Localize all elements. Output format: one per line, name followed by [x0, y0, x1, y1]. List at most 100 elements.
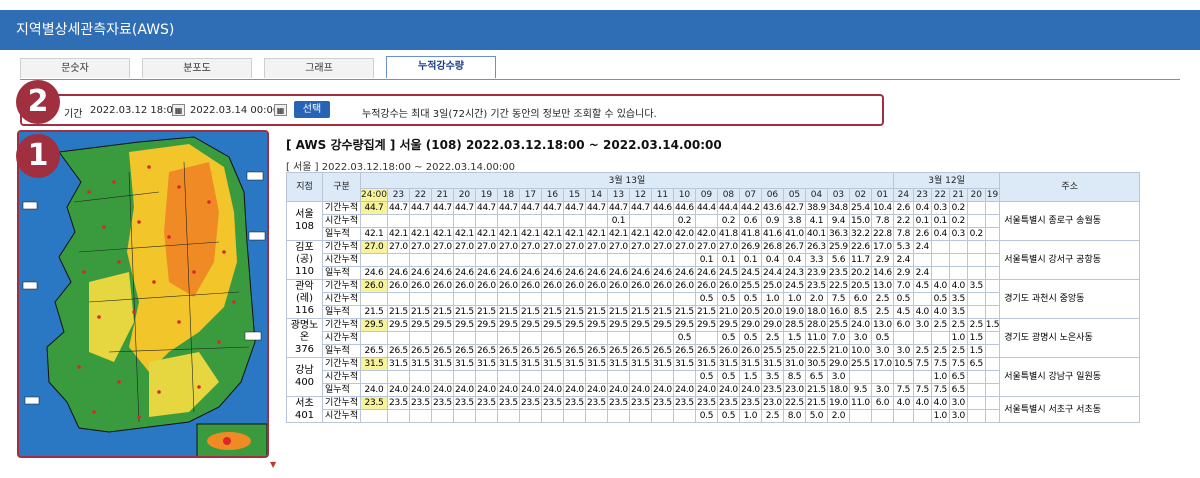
value-cell: 3.0 — [826, 370, 850, 384]
value-cell: 23.0 — [782, 383, 806, 397]
value-cell: 42.1 — [408, 227, 432, 241]
value-cell: 0.2 — [948, 214, 968, 228]
value-cell — [628, 214, 652, 228]
value-cell: 29.5 — [408, 318, 432, 332]
value-cell: 11.0 — [804, 331, 828, 345]
station-address: 서울특별시 서초구 서초동 — [999, 396, 1141, 423]
precipitation-map[interactable] — [17, 130, 269, 458]
value-cell: 24.6 — [672, 266, 696, 280]
row-kind: 시간누적 — [322, 214, 361, 228]
value-cell: 16.0 — [826, 305, 850, 319]
value-cell: 8.5 — [848, 305, 872, 319]
value-cell: 42.1 — [562, 227, 586, 241]
value-cell: 13.0 — [870, 318, 894, 332]
value-cell: 24.0 — [694, 383, 718, 397]
value-cell — [606, 253, 630, 267]
value-cell: 26.0 — [518, 279, 542, 293]
select-button[interactable]: 선택 — [294, 101, 330, 118]
value-cell: 3.0 — [848, 331, 872, 345]
value-cell: 6.5 — [966, 357, 986, 371]
value-cell: 27.0 — [360, 240, 388, 254]
tab-distribution[interactable]: 분포도 — [142, 58, 252, 78]
end-date-field[interactable]: 2022.03.14 00:00 — [190, 105, 279, 116]
map-resize-icon[interactable]: ▼ — [270, 460, 276, 469]
value-cell — [386, 409, 410, 423]
value-cell: 42.1 — [518, 227, 542, 241]
value-cell: 21.5 — [584, 305, 608, 319]
value-cell — [540, 292, 564, 306]
value-cell: 42.1 — [628, 227, 652, 241]
value-cell — [672, 253, 696, 267]
annotation-badge-2: 2 — [16, 80, 60, 124]
value-cell: 19.0 — [826, 396, 850, 410]
value-cell: 4.0 — [930, 396, 950, 410]
value-cell — [360, 292, 388, 306]
value-cell: 29.0 — [826, 357, 850, 371]
value-cell — [984, 357, 1001, 371]
value-cell — [984, 331, 1001, 345]
value-cell: 29.5 — [360, 318, 388, 332]
value-cell: 3.0 — [948, 409, 968, 423]
station-address: 서울특별시 강서구 공항동 — [999, 240, 1141, 280]
value-cell — [628, 292, 652, 306]
korea-map-graphic — [19, 132, 267, 456]
value-cell: 31.5 — [606, 357, 630, 371]
value-cell: 0.1 — [912, 214, 932, 228]
value-cell: 0.5 — [738, 331, 762, 345]
value-cell: 7.5 — [948, 357, 968, 371]
value-cell: 26.0 — [562, 279, 586, 293]
value-cell — [584, 292, 608, 306]
value-cell: 24.0 — [738, 383, 762, 397]
value-cell: 0.4 — [760, 253, 784, 267]
value-cell: 26.5 — [518, 344, 542, 358]
value-cell: 2.5 — [760, 409, 784, 423]
hour-header: 18 — [496, 188, 520, 202]
tab-numeric[interactable]: 문숫자 — [20, 58, 130, 78]
hour-header: 12 — [628, 188, 652, 202]
tab-graph[interactable]: 그래프 — [264, 58, 374, 78]
value-cell — [912, 331, 932, 345]
row-kind: 시간누적 — [322, 253, 361, 267]
value-cell: 44.7 — [606, 201, 630, 215]
value-cell: 24.3 — [782, 266, 806, 280]
value-cell: 7.5 — [930, 383, 950, 397]
hour-header: 13 — [606, 188, 630, 202]
precipitation-table-container[interactable]: 지점 구분 3월 13일 3월 12일 주소 24:00 23 22 21 20 19 18… — [286, 172, 1166, 472]
value-cell: 36.3 — [826, 227, 850, 241]
value-cell — [474, 253, 498, 267]
calendar-icon[interactable]: ▦ — [172, 104, 185, 116]
value-cell: 29.5 — [562, 318, 586, 332]
value-cell — [562, 409, 586, 423]
start-date-field[interactable]: 2022.03.12 18:00 — [90, 105, 179, 116]
value-cell: 2.4 — [912, 240, 932, 254]
value-cell: 0.2 — [716, 214, 740, 228]
period-label: 기간 — [64, 109, 83, 120]
value-cell: 44.4 — [694, 201, 718, 215]
calendar-icon[interactable]: ▦ — [274, 104, 287, 116]
value-cell: 3.5 — [948, 305, 968, 319]
value-cell: 4.0 — [930, 279, 950, 293]
value-cell — [584, 214, 608, 228]
value-cell: 21.5 — [694, 305, 718, 319]
value-cell: 21.0 — [716, 305, 740, 319]
value-cell: 3.0 — [870, 383, 894, 397]
value-cell: 2.5 — [870, 292, 894, 306]
value-cell: 23.5 — [760, 383, 784, 397]
tab-cumulative-precip[interactable]: 누적강수량 — [386, 56, 496, 78]
value-cell: 1.0 — [738, 409, 762, 423]
row-kind: 시간누적 — [322, 370, 361, 384]
value-cell: 42.1 — [430, 227, 454, 241]
value-cell: 26.0 — [386, 279, 410, 293]
value-cell: 31.5 — [496, 357, 520, 371]
value-cell: 31.5 — [430, 357, 454, 371]
value-cell: 24.0 — [408, 383, 432, 397]
value-cell — [650, 292, 674, 306]
col-kind-header: 구분 — [322, 172, 361, 202]
value-cell: 42.1 — [584, 227, 608, 241]
value-cell — [984, 396, 1001, 410]
value-cell — [984, 279, 1001, 293]
value-cell — [386, 292, 410, 306]
value-cell: 24.4 — [760, 266, 784, 280]
value-cell — [452, 214, 476, 228]
station-name: 서울 108 — [286, 201, 323, 241]
